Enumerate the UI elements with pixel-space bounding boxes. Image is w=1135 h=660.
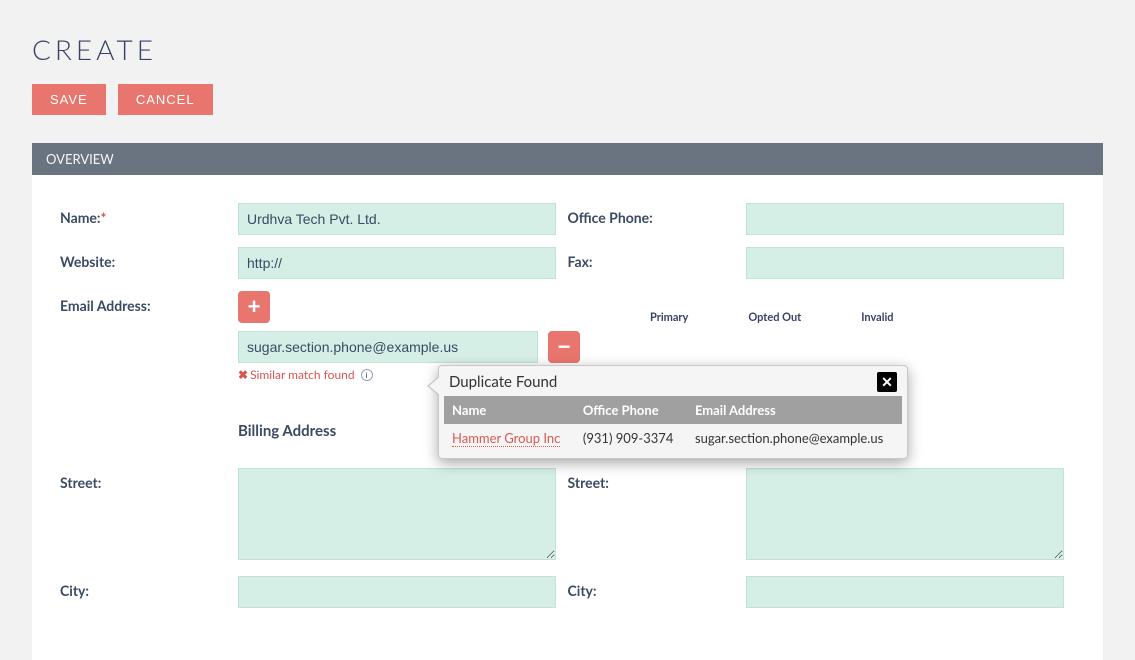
cancel-button[interactable]: CANCEL (118, 84, 213, 115)
dup-col-name: Name (444, 396, 575, 424)
billing-city-input[interactable] (238, 576, 556, 608)
close-icon[interactable]: ✖ (238, 367, 248, 382)
similar-match-text: Similar match found (250, 367, 355, 382)
duplicate-popup: Duplicate Found ✕ Name Office Phone Emai… (438, 365, 908, 459)
minus-icon: − (558, 333, 571, 361)
dup-row-phone: (931) 909-3374 (575, 424, 687, 452)
shipping-city-label: City: (568, 576, 728, 599)
action-bar: SAVE CANCEL (32, 84, 1103, 115)
invalid-option-label: Invalid (861, 311, 893, 324)
page-title: CREATE (32, 32, 1103, 66)
plus-icon: + (248, 293, 261, 321)
email-input[interactable] (238, 331, 538, 363)
primary-option-label: Primary (650, 311, 688, 324)
close-popup-button[interactable]: ✕ (877, 372, 897, 392)
billing-city-label: City: (60, 576, 220, 599)
add-email-button[interactable]: + (238, 291, 270, 323)
name-label-text: Name: (60, 209, 101, 226)
dup-row-name-link[interactable]: Hammer Group Inc (452, 430, 560, 447)
popup-arrow (427, 376, 439, 396)
website-input[interactable] (238, 247, 556, 279)
duplicate-table: Name Office Phone Email Address Hammer G… (444, 396, 902, 452)
required-star: * (101, 209, 107, 226)
name-input[interactable] (238, 203, 556, 235)
info-icon[interactable]: i (361, 369, 373, 381)
office-phone-label: Office Phone: (568, 203, 728, 226)
website-label: Website: (60, 247, 220, 270)
name-label: Name:* (60, 203, 220, 226)
billing-street-label: Street: (60, 468, 220, 491)
save-button[interactable]: SAVE (32, 84, 106, 115)
fax-label: Fax: (568, 247, 728, 270)
table-row: Hammer Group Inc (931) 909-3374 sugar.se… (444, 424, 902, 452)
dup-col-phone: Office Phone (575, 396, 687, 424)
email-label: Email Address: (60, 291, 220, 314)
billing-street-input[interactable] (238, 468, 556, 560)
dup-row-email: sugar.section.phone@example.us (687, 424, 902, 452)
email-options-header: Primary Opted Out Invalid (650, 307, 894, 324)
dup-col-email: Email Address (687, 396, 902, 424)
section-overview-header: OVERVIEW (32, 143, 1103, 175)
shipping-street-label: Street: (568, 468, 728, 491)
remove-email-button[interactable]: − (548, 331, 580, 363)
shipping-street-input[interactable] (746, 468, 1064, 560)
popup-title: Duplicate Found (449, 373, 557, 391)
fax-input[interactable] (746, 247, 1064, 279)
opted-out-option-label: Opted Out (748, 311, 801, 324)
shipping-city-input[interactable] (746, 576, 1064, 608)
office-phone-input[interactable] (746, 203, 1064, 235)
